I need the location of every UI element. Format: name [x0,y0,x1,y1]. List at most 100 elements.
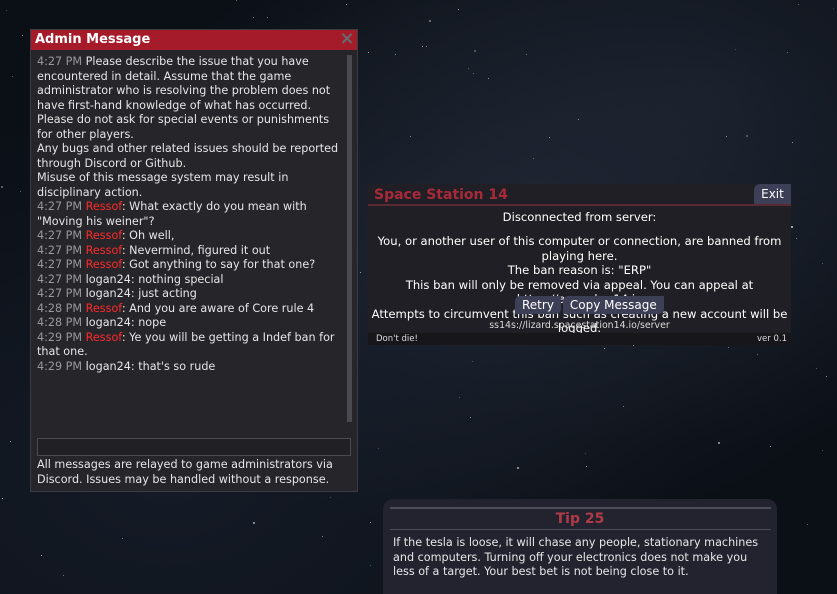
admin-footer-note: All messages are relayed to game adminis… [37,458,333,486]
motto-text: Don't die! [376,334,418,344]
log-scrollbar[interactable] [347,55,352,422]
ban-line: You, or another user of this computer or… [377,234,782,263]
star [807,524,808,525]
tip-panel: Tip 25 If the tesla is loose, it will ch… [383,499,777,594]
version-label: ver 0.1 [757,334,787,344]
star [718,442,720,444]
log-line: 4:27 PM logan24: just acting [37,287,345,302]
star [122,538,123,539]
star [757,354,758,355]
star [253,17,254,18]
admin-window-title: Admin Message [35,32,151,47]
star [2,498,3,499]
disconnect-window: Space Station 14 Exit Disconnected from … [368,184,791,345]
message-text: : And you are aware of Core rule 4 [121,301,315,315]
star [826,376,827,377]
star [585,453,586,454]
star [426,46,427,47]
message-text: : Nevermind, figured it out [121,243,271,257]
star [346,4,347,5]
star [578,119,579,120]
star [330,497,331,498]
star [586,466,587,467]
timestamp: 4:27 PM [37,55,83,68]
exit-button[interactable]: Exit [754,184,791,204]
log-line: Misuse of this message system may result… [37,171,345,200]
close-icon[interactable]: × [339,30,355,48]
log-line: 4:29 PM Ressof: Ye you will be getting a… [37,331,345,360]
star [517,467,519,469]
star [488,78,489,79]
star [533,158,534,159]
star [746,135,748,137]
star [468,68,469,69]
username: Ressof [85,200,122,213]
star [410,136,411,137]
tip-divider [390,529,771,530]
admin-window-titlebar[interactable]: Admin Message × [31,30,357,50]
message-text: : nothing special [130,272,224,286]
star [792,142,793,143]
message-input[interactable] [37,438,351,456]
message-text: : Oh well, [121,229,175,242]
server-address: ss14s://lizard.spacestation14.io/server [489,320,670,331]
username: logan24 [85,316,131,329]
message-text: Misuse of this message system may result… [37,171,289,199]
timestamp: 4:28 PM [37,316,83,329]
message-text: Please do not ask for special events or … [37,113,330,141]
star [22,35,23,36]
timestamp: 4:27 PM [37,229,83,242]
tip-text: If the tesla is loose, it will chase any… [393,536,759,578]
tip-top-divider [390,507,771,509]
star [422,46,423,47]
admin-message-window: Admin Message × 4:27 PM Please describe … [30,29,358,492]
ban-reason-line: The ban reason is: "ERP" [507,263,652,277]
star [474,50,476,52]
star [12,76,13,77]
star [395,54,396,55]
star [267,17,268,18]
message-text: : Got anything to say for that one? [121,258,316,271]
log-line: 4:27 PM Please describe the issue that y… [37,55,345,113]
title-divider [368,204,791,206]
star [770,446,771,447]
log-line: 4:29 PM logan24: that's so rude [37,360,345,375]
message-text: : just acting [130,287,197,300]
star [735,49,736,50]
star [549,137,550,138]
star [791,226,793,228]
star [604,348,605,349]
log-line: Any bugs and other related issues should… [37,142,345,171]
window-title: Space Station 14 [374,187,508,203]
star [368,52,369,53]
star [816,368,817,369]
timestamp: 4:27 PM [37,243,83,257]
log-line: Please do not ask for special events or … [37,113,345,142]
star [253,522,255,524]
star [633,345,634,346]
tip-title: Tip 25 [555,511,605,527]
timestamp: 4:27 PM [37,200,83,213]
star [833,8,834,9]
star [623,406,624,407]
message-text: : that's so rude [130,359,216,373]
retry-button[interactable]: Retry [515,296,561,314]
timestamp: 4:29 PM [37,359,83,373]
star [236,0,237,1]
username: Ressof [85,229,122,242]
star [429,20,431,22]
timestamp: 4:29 PM [37,330,83,344]
copy-message-button[interactable]: Copy Message [562,296,664,314]
admin-message-log: 4:27 PM Please describe the issue that y… [37,55,345,395]
star [798,4,799,5]
timestamp: 4:27 PM [37,258,83,271]
star [20,191,21,192]
message-text: : Ye you will be getting a Indef ban for… [37,330,335,359]
username: Ressof [85,330,122,344]
star [470,417,471,418]
star [41,555,42,556]
username: logan24 [85,287,131,300]
disconnect-heading: Disconnected from server: [502,210,657,224]
star [370,522,371,523]
log-line: 4:27 PM Ressof: Got anything to say for … [37,258,345,273]
